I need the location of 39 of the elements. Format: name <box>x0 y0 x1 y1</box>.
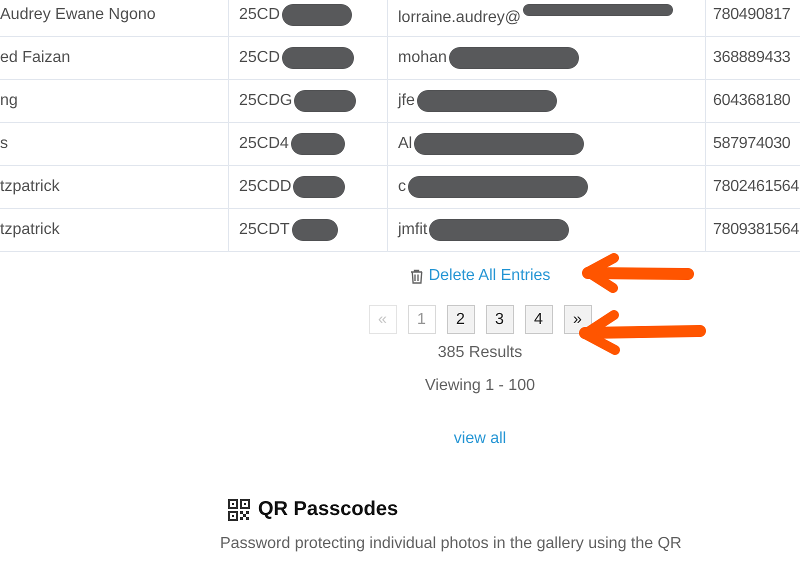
table-cell: 780490817 <box>706 0 800 36</box>
table-cell: c <box>398 178 406 196</box>
redaction-mark <box>294 90 356 112</box>
table-cell: Audrey Ewane Ngono <box>0 0 228 36</box>
table-cell: lorraine.audrey@ <box>398 8 521 26</box>
table-cell: ed Faizan <box>0 36 228 80</box>
viewing-range: Viewing 1 - 100 <box>425 377 535 395</box>
table-cell: 604368180 <box>706 80 800 122</box>
page-button[interactable]: 2 <box>446 305 474 334</box>
table-cell: 25CDD <box>239 178 292 196</box>
table-cell: mohan <box>398 49 447 66</box>
redaction-mark <box>290 133 345 155</box>
table-cell: jfe <box>398 92 415 110</box>
table-cell: 25CDT <box>239 221 290 238</box>
table-cell: 25CD <box>239 49 280 66</box>
table-cell: ng <box>0 80 228 122</box>
table-cell: tzpatrick <box>0 166 228 208</box>
table-cell: jmfit <box>398 221 428 238</box>
page-button[interactable]: » <box>564 305 592 334</box>
table-cell: 587974030 <box>706 122 800 166</box>
redaction-mark <box>292 219 338 241</box>
table-cell: s <box>0 122 228 166</box>
page-button[interactable]: 4 <box>524 305 552 334</box>
qr-code-icon <box>228 498 250 520</box>
section-description: Password protecting individual photos in the gallery using the QR <box>220 535 683 553</box>
trash-icon <box>410 268 423 284</box>
results-count: 385 Results <box>438 344 522 362</box>
table-cell: tzpatrick <box>0 208 228 252</box>
table-cell: Al <box>398 135 412 152</box>
table-cell: 25CD <box>239 6 280 24</box>
table-cell: 25CDG <box>239 92 292 110</box>
page-button[interactable]: 3 <box>486 305 514 334</box>
table-cell: 25CD4 <box>239 135 289 152</box>
table-cell: 368889433 <box>706 36 800 80</box>
redaction-mark <box>293 176 346 198</box>
table-cell: 7802461564 <box>706 166 800 208</box>
table-cell: 7809381564 <box>706 208 800 252</box>
redaction-mark <box>282 4 352 26</box>
section-title: QR Passcodes <box>258 498 398 521</box>
